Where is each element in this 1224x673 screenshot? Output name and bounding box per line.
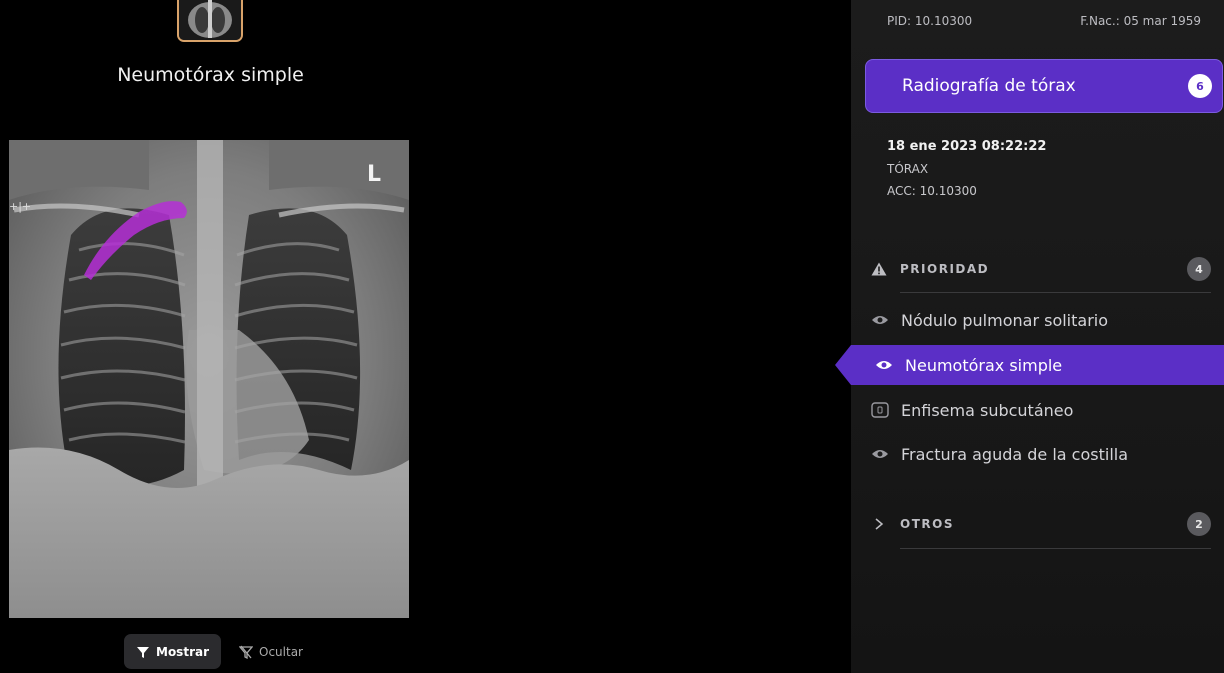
eye-icon (872, 450, 888, 458)
patient-dob: F.Nac.: 05 mar 1959 (1080, 14, 1201, 28)
eye-icon (876, 361, 892, 369)
ruler-marker: +|+ (9, 200, 32, 213)
finding-item-label: Fractura aguda de la costilla (901, 444, 1129, 464)
finding-item[interactable]: Nódulo pulmonar solitario (871, 305, 1211, 335)
study-count-badge: 6 (1188, 74, 1212, 98)
hide-overlay-label: Ocultar (259, 644, 303, 659)
filter-icon (137, 646, 149, 658)
finding-item[interactable]: Fractura aguda de la costilla (871, 439, 1211, 469)
study-body-part: TÓRAX (887, 162, 929, 176)
findings-panel: PID: 10.10300 F.Nac.: 05 mar 1959 Radiog… (835, 0, 1224, 673)
priority-divider (900, 292, 1211, 293)
finding-item-label: Enfisema subcutáneo (901, 400, 1074, 420)
chest-xray-image (9, 140, 409, 618)
show-overlay-label: Mostrar (156, 644, 209, 659)
others-label: OTROS (900, 517, 954, 531)
priority-section-header[interactable]: PRIORIDAD 4 (871, 257, 1211, 281)
study-title: Radiografía de tórax (902, 76, 1076, 96)
hide-overlay-button[interactable]: Ocultar (227, 634, 315, 669)
patient-id: PID: 10.10300 (887, 14, 973, 28)
study-card[interactable]: Radiografía de tórax 6 (865, 59, 1223, 113)
warning-icon (871, 262, 887, 276)
patient-info: PID: 10.10300 F.Nac.: 05 mar 1959 (887, 14, 1201, 28)
study-details: 18 ene 2023 08:22:22 TÓRAX ACC: 10.10300 (887, 136, 1046, 202)
eye-icon (872, 316, 888, 324)
laterality-marker: L (367, 162, 382, 187)
others-divider (900, 548, 1211, 549)
chevron-right-icon (875, 518, 884, 530)
show-overlay-button[interactable]: Mostrar (124, 634, 221, 669)
priority-count-badge: 4 (1187, 257, 1211, 281)
image-viewer: Neumotórax simple L +|+ Mostrar Ocultar (0, 0, 851, 673)
overlay-toggle: Mostrar Ocultar (124, 634, 315, 669)
finding-item-selected[interactable]: Neumotórax simple (835, 345, 1224, 385)
study-date: 18 ene 2023 08:22:22 (887, 139, 1047, 154)
others-section-header[interactable]: OTROS 2 (871, 512, 1211, 536)
study-accession: ACC: 10.10300 (887, 184, 977, 198)
finding-item-label: Nódulo pulmonar solitario (901, 310, 1109, 330)
others-count-badge: 2 (1187, 512, 1211, 536)
filter-off-icon (239, 645, 253, 659)
finding-item[interactable]: Enfisema subcutáneo (871, 395, 1211, 425)
finding-title: Neumotórax simple (117, 64, 304, 86)
series-thumbnail[interactable] (177, 0, 243, 42)
box-icon (871, 402, 889, 418)
priority-label: PRIORIDAD (900, 262, 990, 276)
finding-item-label: Neumotórax simple (905, 355, 1063, 375)
